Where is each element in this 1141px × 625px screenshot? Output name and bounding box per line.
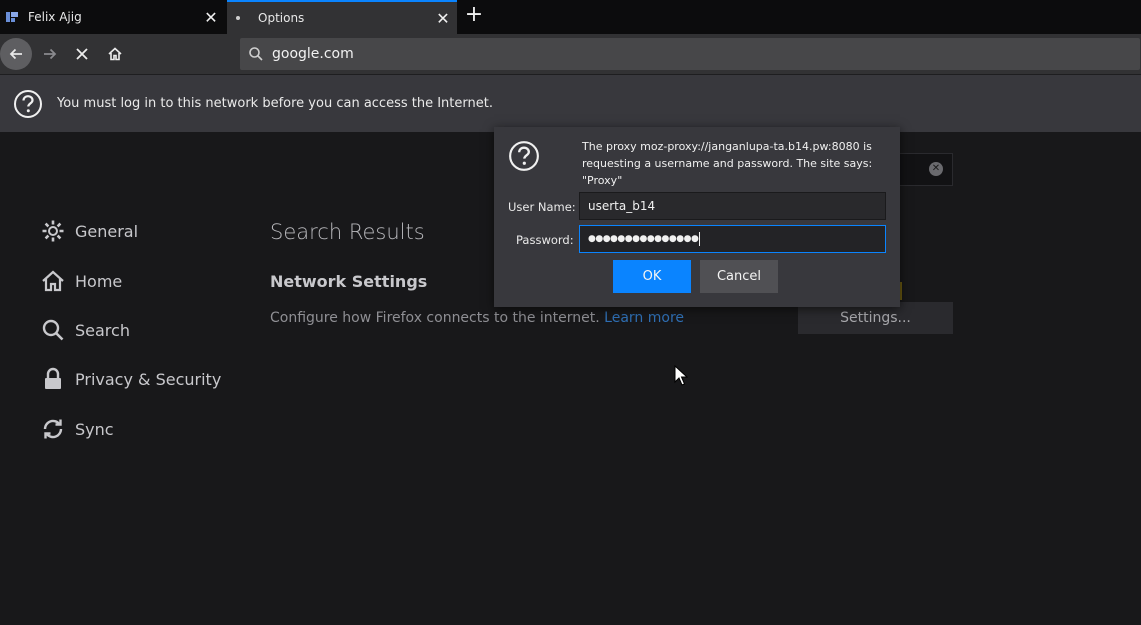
mouse-cursor-icon — [674, 365, 688, 386]
new-tab-button[interactable]: + — [462, 4, 486, 28]
sidebar-item-search[interactable]: Search — [40, 315, 130, 345]
tab-strip: Felix Ajig ✕ Options ✕ + — [0, 0, 1141, 34]
sidebar-item-sync[interactable]: Sync — [40, 414, 114, 444]
password-value: ●●●●●●●●●●●●●●● — [588, 234, 699, 244]
back-button[interactable] — [0, 38, 32, 70]
sidebar-item-label: Privacy & Security — [75, 369, 222, 389]
tab-felix-ajig[interactable]: Felix Ajig ✕ — [0, 0, 225, 34]
close-tab-icon[interactable]: ✕ — [197, 8, 225, 27]
navigation-toolbar: google.com — [0, 34, 1141, 75]
password-field[interactable]: ●●●●●●●●●●●●●●● — [579, 225, 886, 253]
cancel-button[interactable]: Cancel — [700, 260, 778, 293]
url-text[interactable]: google.com — [272, 46, 354, 62]
dialog-message: The proxy moz-proxy://janganlupa-ta.b14.… — [582, 140, 873, 187]
sidebar-item-privacy[interactable]: Privacy & Security — [40, 364, 221, 394]
home-button[interactable] — [99, 38, 131, 70]
gear-icon — [40, 218, 66, 244]
close-tab-icon[interactable]: ✕ — [429, 9, 457, 28]
sync-icon — [40, 416, 66, 442]
tab-title: Options — [258, 11, 305, 25]
stop-button[interactable] — [66, 38, 98, 70]
description-text: Configure how Firefox connects to the in… — [270, 310, 600, 326]
clear-search-icon[interactable]: ✕ — [929, 162, 943, 176]
notification-text: You must log in to this network before y… — [57, 96, 493, 111]
username-label: User Name: — [508, 200, 576, 214]
learn-more-link[interactable]: Learn more — [604, 310, 684, 326]
sidebar-item-home[interactable]: Home — [40, 266, 122, 296]
section-description: Configure how Firefox connects to the in… — [270, 310, 684, 326]
sidebar-item-general[interactable]: General — [40, 216, 138, 246]
home-icon — [108, 47, 122, 61]
question-icon — [14, 89, 42, 118]
captive-portal-notification: You must log in to this network before y… — [0, 75, 1141, 132]
section-title: Network Settings — [270, 272, 428, 291]
sidebar-item-label: General — [75, 221, 139, 241]
arrow-left-icon — [9, 48, 22, 60]
forward-button[interactable] — [34, 38, 66, 70]
username-value: userta_b14 — [588, 199, 656, 213]
page-title: Search Results — [270, 220, 425, 244]
lock-icon — [40, 366, 66, 392]
sidebar-item-label: Sync — [75, 419, 114, 439]
question-icon — [509, 141, 539, 171]
text-caret — [699, 232, 701, 246]
sidebar-item-label: Home — [75, 271, 123, 291]
username-field[interactable]: userta_b14 — [579, 192, 886, 220]
tab-options[interactable]: Options ✕ — [227, 0, 457, 34]
password-label: Password: — [516, 233, 574, 247]
search-icon — [249, 47, 263, 61]
tab-favicon-icon — [6, 11, 22, 23]
stop-x-icon — [76, 48, 88, 60]
home-icon — [40, 268, 66, 294]
tab-title: Felix Ajig — [28, 10, 82, 24]
proxy-auth-dialog: The proxy moz-proxy://janganlupa-ta.b14.… — [494, 127, 900, 307]
url-bar[interactable]: google.com — [240, 38, 1140, 70]
ok-button[interactable]: OK — [613, 260, 691, 293]
loading-dot-icon — [236, 16, 240, 20]
sidebar-item-label: Search — [75, 320, 130, 340]
arrow-right-icon — [44, 48, 57, 60]
search-icon — [40, 317, 66, 343]
